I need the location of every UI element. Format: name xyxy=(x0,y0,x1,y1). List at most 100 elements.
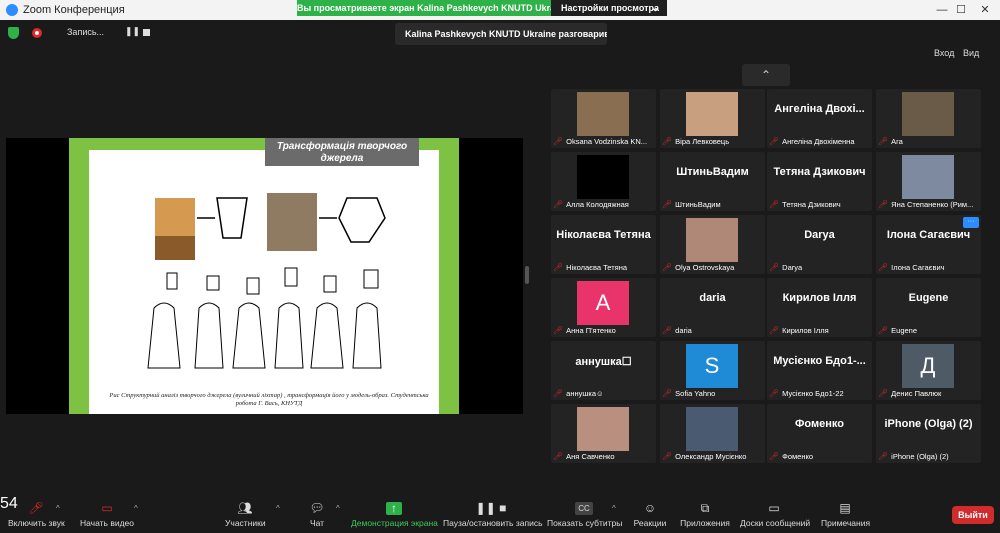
participant-name: Darya xyxy=(782,263,803,272)
participant-name-label: 🎤︎ Мусієнко Бдо1-22 xyxy=(769,389,870,398)
participant-tile[interactable]: 🎤︎ Olya Ostrovskaya xyxy=(660,215,765,274)
participant-name-label: 🎤︎ daria xyxy=(662,326,763,335)
participant-tile[interactable]: аннушка☐ 🎤︎ аннушка☺ xyxy=(551,341,656,400)
meeting-toolbar: 🎤︎ Включить звук ^ ▭ Начать видео ^ 👥︎ У… xyxy=(0,495,1000,533)
leave-meeting-button[interactable]: Выйти xyxy=(952,506,994,524)
participant-name: Аня Савченко xyxy=(566,452,615,461)
notes-button[interactable]: ▤ Примечания xyxy=(821,495,870,529)
pause-recording-button[interactable]: ❚❚ xyxy=(125,26,140,37)
participant-name: аннушка☺ xyxy=(566,389,604,398)
mic-muted-icon: 🎤︎ xyxy=(662,200,673,209)
participant-name-label: 🎤︎ Анна П'ятенко xyxy=(553,326,654,335)
participant-tile[interactable]: A 🎤︎ Анна П'ятенко xyxy=(551,278,656,337)
stop-recording-button[interactable] xyxy=(143,29,150,36)
participant-tile[interactable]: Кирилов Ілля 🎤︎ Кирилов Ілля xyxy=(767,278,872,337)
slide-content: Рис Структурний аналіз творчого джерела … xyxy=(89,150,439,414)
participant-name: Віра Левковець xyxy=(675,137,730,146)
chat-options-caret[interactable]: ^ xyxy=(336,504,340,513)
participant-tile[interactable]: 🎤︎ Аня Савченко xyxy=(551,404,656,463)
mic-muted-icon: 🎤︎ xyxy=(553,326,564,335)
mic-muted-icon: 🎤︎ xyxy=(878,200,889,209)
participant-name-label: 🎤︎ аннушка☺ xyxy=(553,389,654,398)
participant-tile[interactable]: Eugene 🎤︎ Eugene xyxy=(876,278,981,337)
mic-muted-icon: 🎤︎ xyxy=(769,263,780,272)
participant-name-label: 🎤︎ Яна Степаненко (Рим... xyxy=(878,200,979,209)
participant-tile[interactable]: Тетяна Дзикович 🎤︎ Тетяна Дзикович xyxy=(767,152,872,211)
participant-tile[interactable]: 🎤︎ Ara xyxy=(876,89,981,148)
whiteboards-button[interactable]: ▭ Доски сообщений xyxy=(740,495,810,529)
participant-tile[interactable]: 🎤︎ Oksana Vodzinska KN... xyxy=(551,89,656,148)
participant-tile[interactable]: Д 🎤︎ Денис Павлюк xyxy=(876,341,981,400)
participants-options-caret[interactable]: ^ xyxy=(276,504,280,513)
participant-name: Oksana Vodzinska KN... xyxy=(566,137,648,146)
chat-button[interactable]: 💬︎ Чат xyxy=(306,495,328,529)
avatar: S xyxy=(686,344,738,388)
participant-tile[interactable]: ШтиньВадим 🎤︎ ШтиньВадим xyxy=(660,152,765,211)
mic-muted-icon: 🎤︎ xyxy=(662,452,673,461)
avatar: A xyxy=(577,281,629,325)
resize-handle[interactable] xyxy=(525,266,529,284)
participant-tile[interactable]: Ілона Сагаєвич ··· 🎤︎ Ілона Сагаєвич xyxy=(876,215,981,274)
participant-name-label: 🎤︎ ШтиньВадим xyxy=(662,200,763,209)
participant-name-label: 🎤︎ Тетяна Дзикович xyxy=(769,200,870,209)
captions-options-caret[interactable]: ^ xyxy=(612,504,616,513)
participant-name: Ілона Сагаєвич xyxy=(891,263,945,272)
participant-name-label: 🎤︎ Ніколаєва Тетяна xyxy=(553,263,654,272)
participant-name-label: 🎤︎ Darya xyxy=(769,263,870,272)
video-options-caret[interactable]: ^ xyxy=(134,504,138,513)
scroll-up-button[interactable]: ⌃ xyxy=(742,64,790,86)
more-options-button[interactable]: ··· xyxy=(963,217,979,228)
participant-tile[interactable]: 🎤︎ Яна Степаненко (Рим... xyxy=(876,152,981,211)
participant-video xyxy=(902,155,954,199)
show-captions-button[interactable]: CC Показать субтитры xyxy=(547,495,622,528)
active-speaker-notice: Kalina Pashkevych KNUTD Ukraine разговар… xyxy=(395,23,607,45)
pause-stop-icon: ❚❚ ■ xyxy=(475,501,507,515)
participant-tile[interactable]: 🎤︎ Алла Колодяжная xyxy=(551,152,656,211)
chat-bubble-icon: 💬︎ xyxy=(309,501,325,515)
close-window-button[interactable]: ✕ xyxy=(971,0,999,20)
chevron-up-icon: ⌃ xyxy=(760,68,772,82)
slide-caption: Рис Структурний аналіз творчого джерела … xyxy=(109,392,429,407)
participant-tile[interactable]: Ніколаєва Тетяна 🎤︎ Ніколаєва Тетяна xyxy=(551,215,656,274)
participant-tile[interactable]: iPhone (Olga) (2) 🎤︎ iPhone (Olga) (2) xyxy=(876,404,981,463)
exit-fullscreen-button[interactable]: Вход xyxy=(934,48,954,58)
screen-share-banner: Вы просматриваете экран Kalina Pashkevyc… xyxy=(297,0,551,16)
participant-tile[interactable]: Ангеліна Двохі... 🎤︎ Ангеліна Двохіменна xyxy=(767,89,872,148)
mic-muted-icon: 🎤︎ xyxy=(769,137,780,146)
view-button[interactable]: Вид xyxy=(963,48,979,58)
participant-tile[interactable]: S 🎤︎ Sofia Yahno xyxy=(660,341,765,400)
mic-muted-icon: 🎤︎ xyxy=(662,263,673,272)
participant-display-name: Тетяна Дзикович xyxy=(773,166,866,178)
participant-tile[interactable]: daria 🎤︎ daria xyxy=(660,278,765,337)
participant-name-label: 🎤︎ Аня Савченко xyxy=(553,452,654,461)
audio-options-caret[interactable]: ^ xyxy=(56,504,60,513)
view-options-dropdown[interactable]: Настройки просмотра ⌄ xyxy=(551,0,667,16)
apps-button[interactable]: ⧉ Приложения xyxy=(680,495,730,529)
mic-muted-icon: 🎤︎ xyxy=(878,389,889,398)
mic-muted-icon: 🎤︎ xyxy=(553,137,564,146)
participant-name-label: 🎤︎ Олександр Мусієнко xyxy=(662,452,763,461)
mic-muted-icon: 🎤︎ xyxy=(878,137,889,146)
participant-display-name: Ангеліна Двохі... xyxy=(774,103,865,115)
mic-muted-icon: 🎤︎ xyxy=(553,263,564,272)
mic-muted-icon: 🎤︎ xyxy=(769,389,780,398)
shield-icon[interactable] xyxy=(8,27,19,39)
participant-name: Яна Степаненко (Рим... xyxy=(891,200,974,209)
reactions-button[interactable]: ☺ Реакции xyxy=(633,495,667,529)
participant-display-name: iPhone (Olga) (2) xyxy=(884,418,973,430)
participant-display-name: ШтиньВадим xyxy=(676,166,749,178)
participant-tile[interactable]: Darya 🎤︎ Darya xyxy=(767,215,872,274)
participant-video xyxy=(686,218,738,262)
start-video-button[interactable]: ▭ Начать видео xyxy=(80,495,134,529)
participant-display-name: Кирилов Ілля xyxy=(782,292,857,304)
participants-button[interactable]: 👥︎ Участники xyxy=(225,495,266,529)
whiteboard-icon: ▭ xyxy=(768,501,780,515)
cc-icon: CC xyxy=(575,502,593,515)
participant-tile[interactable]: Фоменко 🎤︎ Фоменко xyxy=(767,404,872,463)
participant-tile[interactable]: 🎤︎ Віра Левковець xyxy=(660,89,765,148)
share-screen-button[interactable]: ↑ Демонстрация экрана xyxy=(351,495,438,529)
participant-tile[interactable]: 🎤︎ Олександр Мусієнко xyxy=(660,404,765,463)
participant-tile[interactable]: Мусієнко Бдо1-... 🎤︎ Мусієнко Бдо1-22 xyxy=(767,341,872,400)
pause-stop-recording-button[interactable]: ❚❚ ■ Пауза/остановить запись xyxy=(443,495,543,529)
participant-name-label: 🎤︎ Алла Колодяжная xyxy=(553,200,654,209)
